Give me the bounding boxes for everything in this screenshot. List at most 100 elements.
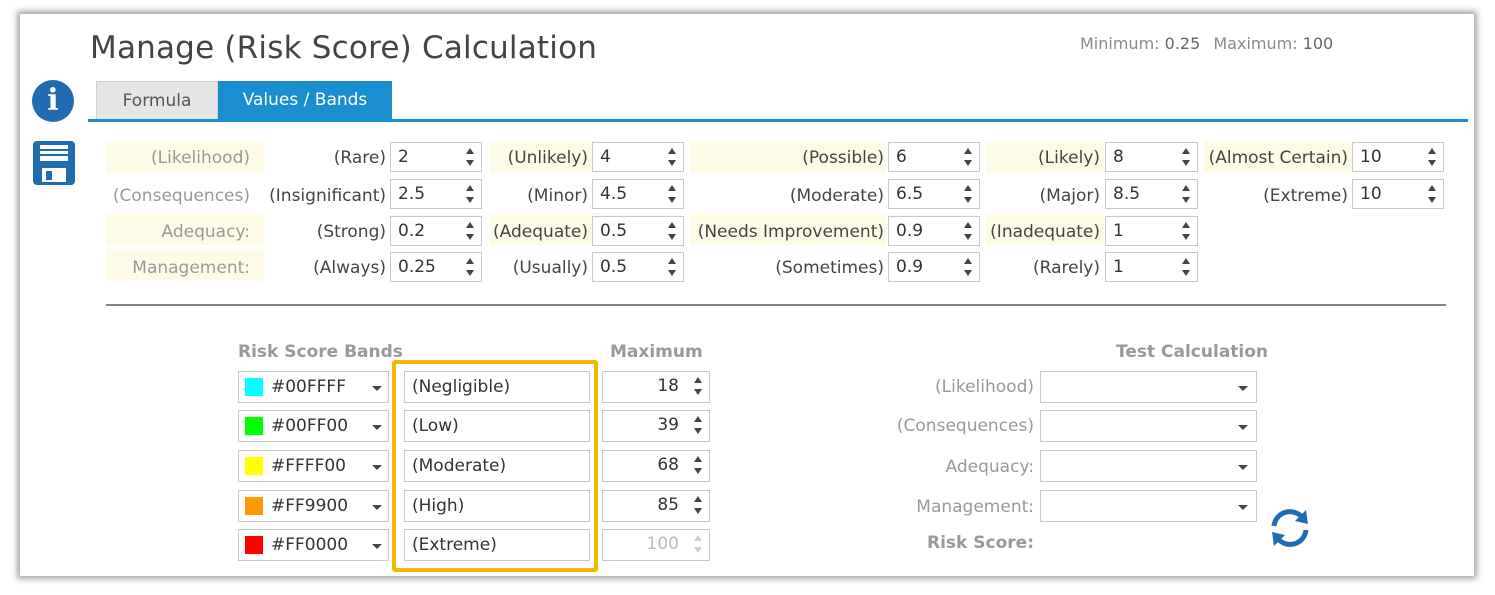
spin-arrows-icon[interactable] [1181,220,1191,242]
strong-label: (Strong) [316,222,386,242]
test-consequences-label: (Consequences) [896,416,1034,436]
color-hex: #FF0000 [271,535,349,555]
test-likelihood-select[interactable] [1040,371,1257,403]
chevron-down-icon[interactable] [372,386,382,391]
test-management-select[interactable] [1040,490,1257,522]
likelihood-label: (Likelihood) [151,148,250,168]
possible-value: 6 [896,147,907,167]
chevron-down-icon[interactable] [1238,505,1248,510]
strong-stepper[interactable]: 0.2 [390,216,482,246]
insignificant-value: 2.5 [398,184,426,204]
band-max-stepper[interactable]: 39 [602,410,710,442]
possible-stepper[interactable]: 6 [888,142,980,172]
rare-label: (Rare) [333,148,386,168]
spin-arrows-icon[interactable] [667,183,677,205]
minor-stepper[interactable]: 4.5 [592,179,684,209]
save-icon[interactable] [32,140,76,186]
min-max-readout: Minimum: 0.25 Maximum: 100 [1080,34,1341,53]
likely-stepper[interactable]: 8 [1105,142,1198,172]
spin-arrows-icon[interactable] [667,220,677,242]
possible-label: (Possible) [802,148,884,168]
maximum-value: 100 [1302,34,1334,53]
chevron-down-icon[interactable] [1238,465,1248,470]
insignificant-stepper[interactable]: 2.5 [390,179,482,209]
extreme-label: (Extreme) [1263,186,1348,206]
spin-arrows-icon[interactable] [1427,146,1437,168]
band-color-select[interactable]: #00FFFF [238,371,389,403]
spin-arrows-icon[interactable] [1181,183,1191,205]
usually-stepper[interactable]: 0.5 [592,252,684,282]
spin-arrows-icon[interactable] [693,454,703,476]
band-max-stepper[interactable]: 68 [602,450,710,482]
spin-arrows-icon[interactable] [693,494,703,516]
band-color-select[interactable]: #00FF00 [238,410,389,442]
almost-certain-label: (Almost Certain) [1208,148,1348,168]
band-max-stepper[interactable]: 18 [602,371,710,403]
moderate-label: (Moderate) [789,186,884,206]
spin-arrows-icon[interactable] [963,220,973,242]
chevron-down-icon[interactable] [372,505,382,510]
band-max-value: 18 [657,376,679,396]
chevron-down-icon[interactable] [372,544,382,549]
spin-arrows-icon [693,533,703,555]
spin-arrows-icon[interactable] [1181,256,1191,278]
color-hex: #00FF00 [271,416,349,436]
spin-arrows-icon[interactable] [465,256,475,278]
test-calculation-header: Test Calculation [1116,342,1269,362]
management-label: Management: [132,258,250,278]
spin-arrows-icon[interactable] [963,256,973,278]
tab-formula[interactable]: Formula [96,81,218,119]
test-consequences-select[interactable] [1040,410,1257,442]
band-max-stepper[interactable]: 85 [602,490,710,522]
color-hex: #FFFF00 [271,456,346,476]
inadequate-value: 1 [1113,221,1124,241]
info-icon[interactable]: i [32,80,74,122]
chevron-down-icon[interactable] [1238,425,1248,430]
spin-arrows-icon[interactable] [465,146,475,168]
spin-arrows-icon[interactable] [963,183,973,205]
color-hex: #FF9900 [271,496,349,516]
usually-label: (Usually) [512,258,588,278]
moderate-stepper[interactable]: 6.5 [888,179,980,209]
chevron-down-icon[interactable] [372,465,382,470]
spin-arrows-icon[interactable] [667,146,677,168]
unlikely-value: 4 [600,147,611,167]
band-color-select[interactable]: #FFFF00 [238,450,389,482]
extreme-value: 10 [1360,184,1382,204]
page-title: Manage (Risk Score) Calculation [90,30,598,66]
almost-certain-stepper[interactable]: 10 [1352,142,1444,172]
major-label: (Major) [1039,186,1100,206]
highlight-box [392,360,598,572]
spin-arrows-icon[interactable] [963,146,973,168]
needs-improvement-stepper[interactable]: 0.9 [888,216,980,246]
spin-arrows-icon[interactable] [465,183,475,205]
spin-arrows-icon[interactable] [465,220,475,242]
spin-arrows-icon[interactable] [693,375,703,397]
always-stepper[interactable]: 0.25 [390,252,482,282]
refresh-icon[interactable] [1266,504,1314,552]
sometimes-stepper[interactable]: 0.9 [888,252,980,282]
unlikely-stepper[interactable]: 4 [592,142,684,172]
color-swatch [245,536,263,554]
minimum-label: Minimum: [1080,34,1160,53]
chevron-down-icon[interactable] [1238,386,1248,391]
band-color-select[interactable]: #FF0000 [238,529,389,561]
extreme-stepper[interactable]: 10 [1352,179,1444,209]
rarely-stepper[interactable]: 1 [1105,252,1198,282]
major-stepper[interactable]: 8.5 [1105,179,1198,209]
unlikely-label: (Unlikely) [507,148,588,168]
chevron-down-icon[interactable] [372,425,382,430]
spin-arrows-icon[interactable] [667,256,677,278]
spin-arrows-icon[interactable] [693,414,703,436]
inadequate-stepper[interactable]: 1 [1105,216,1198,246]
rare-stepper[interactable]: 2 [390,142,482,172]
test-adequacy-select[interactable] [1040,450,1257,482]
insignificant-label: (Insignificant) [269,186,386,206]
needs-improvement-value: 0.9 [896,221,924,241]
always-value: 0.25 [398,257,436,277]
adequate-stepper[interactable]: 0.5 [592,216,684,246]
spin-arrows-icon[interactable] [1181,146,1191,168]
band-color-select[interactable]: #FF9900 [238,490,389,522]
tab-values-bands[interactable]: Values / Bands [218,81,392,119]
spin-arrows-icon[interactable] [1427,183,1437,205]
